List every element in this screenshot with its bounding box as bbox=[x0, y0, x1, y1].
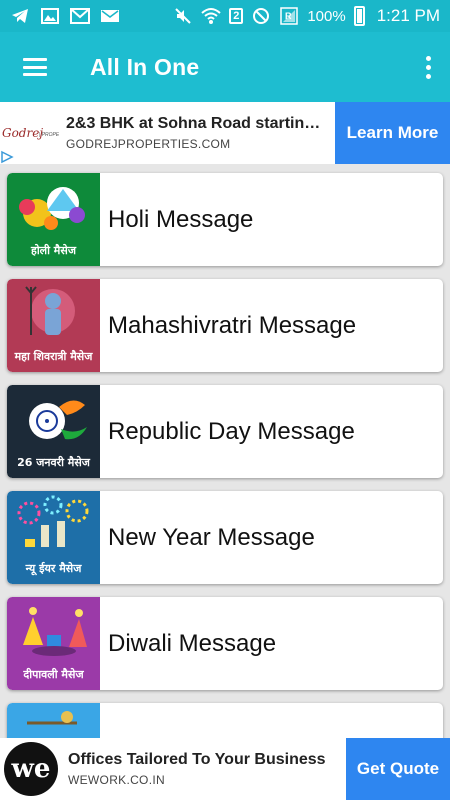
category-label: Republic Day Message bbox=[108, 417, 355, 445]
new-year-caption: न्यू ईयर मैसेज bbox=[25, 562, 82, 575]
battery-icon bbox=[353, 6, 365, 26]
message-category-list: होली मैसेज Holi Message महा शिवरात्री मै… bbox=[0, 164, 450, 738]
gmail-icon bbox=[70, 7, 90, 25]
bottom-ad-banner[interactable]: we Offices Tailored To Your Business WEW… bbox=[0, 738, 450, 800]
mail-icon bbox=[100, 7, 120, 25]
holi-art-icon bbox=[19, 187, 85, 230]
diwali-caption: दीपावली मैसेज bbox=[23, 668, 84, 681]
top-ad-headline: 2&3 BHK at Sohna Road starting at bbox=[66, 115, 328, 132]
bottom-ad-headline: Offices Tailored To Your Business bbox=[68, 751, 326, 768]
top-ad-domain: GODREJPROPERTIES.COM bbox=[66, 137, 231, 151]
app-bar: All In One bbox=[0, 32, 450, 102]
wifi-icon bbox=[201, 7, 221, 25]
top-ad-text: 2&3 BHK at Sohna Road starting at GODREJ… bbox=[60, 115, 335, 151]
shiva-art-icon bbox=[25, 286, 75, 335]
category-label: New Year Message bbox=[108, 523, 315, 551]
adchoices-icon[interactable] bbox=[0, 150, 14, 164]
mahashivratri-caption: महा शिवरात्री मैसेज bbox=[14, 350, 93, 363]
battery-percent: 100% bbox=[307, 7, 346, 25]
svg-text:| PROPERTIES: | PROPERTIES bbox=[39, 132, 59, 138]
republic-day-thumbnail: 26 जनवरी मैसेज bbox=[7, 385, 100, 478]
category-card-republic-day[interactable]: 26 जनवरी मैसेज Republic Day Message bbox=[7, 385, 443, 478]
clock: 1:21 PM bbox=[376, 6, 440, 25]
category-card-partial[interactable] bbox=[7, 703, 443, 738]
republic-day-caption: 26 जनवरी मैसेज bbox=[17, 456, 90, 469]
status-bar: 2 R 100% 1:21 PM bbox=[0, 0, 450, 32]
svg-text:R: R bbox=[285, 11, 292, 21]
hamburger-icon bbox=[23, 58, 47, 76]
category-label: Holi Message bbox=[108, 205, 254, 233]
bottom-ad-domain: WEWORK.CO.IN bbox=[68, 773, 165, 787]
overflow-menu-button[interactable] bbox=[406, 32, 450, 102]
category-card-mahashivratri[interactable]: महा शिवरात्री मैसेज Mahashivratri Messag… bbox=[7, 279, 443, 372]
partial-art-icon bbox=[27, 711, 77, 725]
new-year-art-icon bbox=[17, 495, 89, 547]
telegram-icon bbox=[10, 7, 30, 25]
app-title: All In One bbox=[90, 53, 200, 80]
holi-thumbnail: होली मैसेज bbox=[7, 173, 100, 266]
partial-thumbnail bbox=[7, 703, 100, 738]
get-quote-button[interactable]: Get Quote bbox=[346, 738, 450, 800]
blocked-icon bbox=[251, 7, 271, 25]
diwali-thumbnail: दीपावली मैसेज bbox=[7, 597, 100, 690]
republic-day-art-icon bbox=[29, 400, 87, 440]
mute-icon bbox=[173, 7, 193, 25]
new-year-thumbnail: न्यू ईयर मैसेज bbox=[7, 491, 100, 584]
diwali-art-icon bbox=[23, 607, 87, 656]
category-card-new-year[interactable]: न्यू ईयर मैसेज New Year Message bbox=[7, 491, 443, 584]
category-card-holi[interactable]: होली मैसेज Holi Message bbox=[7, 173, 443, 266]
signal-icon: R bbox=[279, 7, 299, 25]
category-label: Mahashivratri Message bbox=[108, 311, 357, 339]
gallery-icon bbox=[40, 7, 60, 25]
menu-button[interactable] bbox=[0, 32, 70, 102]
sim-icon: 2 bbox=[229, 8, 244, 24]
bottom-ad-text: Offices Tailored To Your Business WEWORK… bbox=[62, 751, 346, 787]
godrej-logo: Godrej | PROPERTIES bbox=[0, 113, 60, 153]
top-ad-banner[interactable]: Godrej | PROPERTIES 2&3 BHK at Sohna Roa… bbox=[0, 102, 450, 164]
mahashivratri-thumbnail: महा शिवरात्री मैसेज bbox=[7, 279, 100, 372]
wework-logo: we bbox=[0, 738, 62, 800]
category-label: Diwali Message bbox=[108, 629, 277, 657]
svg-text:Godrej: Godrej bbox=[2, 126, 43, 140]
category-card-diwali[interactable]: दीपावली मैसेज Diwali Message bbox=[7, 597, 443, 690]
learn-more-button[interactable]: Learn More bbox=[335, 102, 450, 164]
holi-caption: होली मैसेज bbox=[30, 244, 76, 257]
